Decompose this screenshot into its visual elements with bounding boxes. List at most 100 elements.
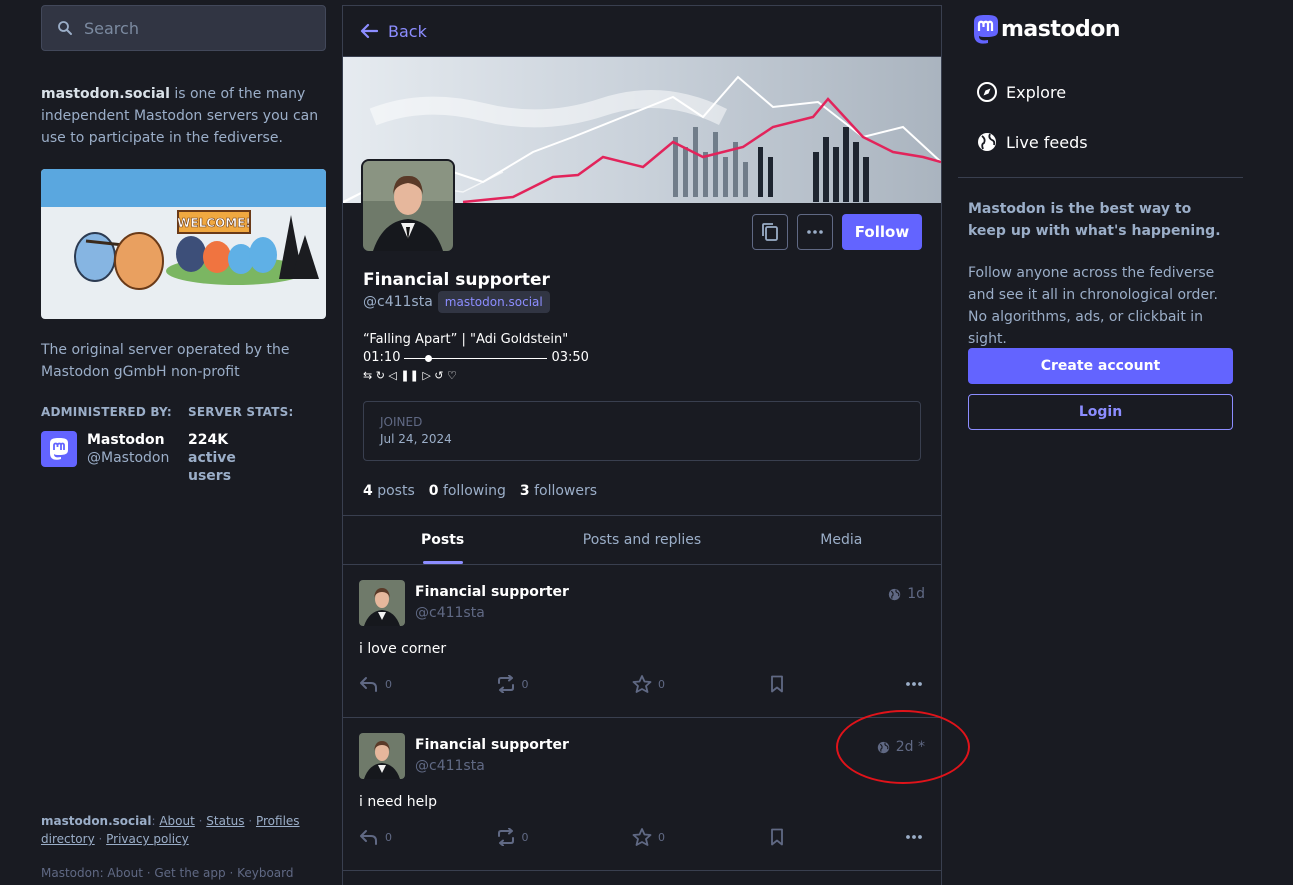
compass-icon bbox=[977, 82, 997, 102]
post-timestamp[interactable]: 1d bbox=[888, 586, 925, 602]
signup-cta-title: Mastodon is the best way to keep up with… bbox=[968, 201, 1221, 239]
ellipsis-icon bbox=[807, 230, 823, 234]
boost-button[interactable]: 0 bbox=[496, 828, 633, 846]
administered-by-label: ADMINISTERED BY: bbox=[41, 405, 172, 419]
profile-display-name: Financial supporter bbox=[363, 270, 550, 290]
post-author-handle: @c411sta bbox=[415, 605, 485, 621]
posts-count-link[interactable]: 4 posts bbox=[363, 483, 415, 499]
admin-stats-headers: ADMINISTERED BY: SERVER STATS: bbox=[41, 405, 293, 419]
search-input[interactable] bbox=[84, 18, 304, 38]
reply-icon bbox=[360, 830, 377, 845]
status-post[interactable]: Financial supporter @c411sta 1d i love c… bbox=[343, 565, 941, 718]
server-description: The original server operated by the Mast… bbox=[41, 342, 290, 380]
post-time: 2d * bbox=[895, 739, 925, 755]
followers-count-link[interactable]: 3 followers bbox=[520, 483, 597, 499]
bookmark-button[interactable] bbox=[769, 828, 906, 846]
search-box[interactable] bbox=[41, 5, 326, 51]
boost-button[interactable]: 0 bbox=[496, 675, 633, 693]
footer-sep: · bbox=[194, 814, 207, 828]
post-action-bar: 0 0 0 bbox=[359, 828, 927, 846]
post-author-name[interactable]: Financial supporter bbox=[415, 584, 569, 600]
reply-button[interactable]: 0 bbox=[359, 829, 496, 845]
bio-player-line: 01:10 03:50 bbox=[363, 349, 589, 367]
divider bbox=[958, 177, 1243, 178]
footer-status-link[interactable]: Status bbox=[206, 814, 244, 828]
profile-avatar[interactable] bbox=[361, 159, 455, 253]
admin-name: Mastodon bbox=[87, 432, 165, 448]
ellipsis-icon bbox=[906, 835, 922, 839]
favourite-count: 0 bbox=[658, 677, 665, 691]
status-post[interactable]: Financial supporter @c411sta 2d * i need… bbox=[343, 718, 941, 871]
person-portrait-image bbox=[363, 161, 453, 251]
tab-posts-and-replies[interactable]: Posts and replies bbox=[542, 516, 741, 564]
favourite-button[interactable]: 0 bbox=[632, 675, 769, 693]
player-controls: ⇆ ↻ ◁ ❚❚ ▷ ↺ ♡ bbox=[363, 369, 457, 382]
footer-about-link[interactable]: About bbox=[159, 814, 194, 828]
posts-count-label: posts bbox=[377, 483, 415, 499]
hero-sign-text: WELCOME! bbox=[177, 216, 251, 230]
left-sidebar: mastodon.social is one of the many indep… bbox=[41, 0, 326, 880]
post-author-avatar[interactable] bbox=[359, 580, 405, 626]
post-more-button[interactable] bbox=[905, 834, 923, 840]
post-timestamp[interactable]: 2d * bbox=[877, 739, 925, 755]
nav-explore-label: Explore bbox=[1006, 82, 1067, 102]
followers-count-label: followers bbox=[534, 483, 598, 499]
back-button[interactable]: Back bbox=[343, 6, 941, 57]
tab-media[interactable]: Media bbox=[742, 516, 941, 564]
profile-bio: “Falling Apart” | "Adi Goldstein" 01:10 … bbox=[363, 331, 589, 385]
post-content: i love corner bbox=[359, 641, 447, 657]
bookmark-icon bbox=[770, 828, 783, 846]
joined-field: JOINED Jul 24, 2024 bbox=[363, 401, 921, 461]
person-portrait-image bbox=[359, 733, 405, 779]
bookmark-button[interactable] bbox=[769, 675, 906, 693]
profile-tabs: Posts Posts and replies Media bbox=[343, 515, 941, 565]
post-author-name[interactable]: Financial supporter bbox=[415, 737, 569, 753]
reply-button[interactable]: 0 bbox=[359, 676, 496, 692]
admin-account[interactable]: Mastodon @Mastodon bbox=[87, 431, 169, 467]
footer-sep: · bbox=[94, 832, 107, 846]
bio-song-line: “Falling Apart” | "Adi Goldstein" bbox=[363, 332, 569, 347]
tab-posts[interactable]: Posts bbox=[343, 516, 542, 564]
admin-handle: @Mastodon bbox=[87, 450, 170, 466]
boost-count: 0 bbox=[521, 830, 529, 844]
boost-count: 0 bbox=[521, 677, 529, 691]
right-sidebar: mastodon Explore Live feeds Mastodon is … bbox=[958, 0, 1243, 874]
nav-live-feeds[interactable]: Live feeds bbox=[976, 131, 1088, 153]
server-name: mastodon.social bbox=[41, 86, 170, 102]
more-options-button[interactable] bbox=[797, 214, 833, 250]
favourite-count: 0 bbox=[658, 830, 665, 844]
mastodon-logo[interactable]: mastodon bbox=[971, 13, 1121, 45]
joined-label: JOINED bbox=[380, 415, 423, 429]
profile-handle: @c411sta bbox=[363, 294, 433, 310]
bookmark-icon bbox=[770, 675, 783, 693]
signup-cta-text: Follow anyone across the fediverse and s… bbox=[968, 265, 1218, 347]
server-stats-label: SERVER STATS: bbox=[188, 405, 294, 419]
server-footer: mastodon.social: About · Status · Profil… bbox=[41, 814, 300, 846]
create-account-button[interactable]: Create account bbox=[968, 348, 1233, 384]
player-start-time: 01:10 bbox=[363, 350, 401, 365]
follow-button[interactable]: Follow bbox=[842, 214, 922, 250]
reply-icon bbox=[360, 677, 377, 692]
following-count-link[interactable]: 0 following bbox=[429, 483, 506, 499]
following-count: 0 bbox=[428, 483, 439, 499]
favourite-button[interactable]: 0 bbox=[632, 828, 769, 846]
nav-explore[interactable]: Explore bbox=[976, 81, 1066, 103]
footer-privacy-policy-link[interactable]: Privacy policy bbox=[106, 832, 189, 846]
globe-icon bbox=[978, 133, 996, 151]
post-time: 1d bbox=[907, 586, 925, 602]
player-progress-dot bbox=[425, 354, 433, 362]
profile-counts: 4 posts 0 following 3 followers bbox=[363, 483, 597, 499]
copy-icon bbox=[762, 223, 778, 241]
profile-actions: Follow bbox=[752, 214, 922, 250]
nav-live-feeds-label: Live feeds bbox=[1006, 132, 1088, 152]
post-author-avatar[interactable] bbox=[359, 733, 405, 779]
following-count-label: following bbox=[442, 483, 506, 499]
login-button[interactable]: Login bbox=[968, 394, 1233, 430]
profile-column: Back Follow Financial supporter @c411sta… bbox=[342, 5, 942, 885]
copy-link-button[interactable] bbox=[752, 214, 788, 250]
player-end-time: 03:50 bbox=[551, 350, 589, 365]
domain-badge[interactable]: mastodon.social bbox=[437, 291, 550, 313]
mastodon-logo-icon bbox=[50, 438, 68, 460]
admin-avatar[interactable] bbox=[41, 431, 77, 467]
post-more-button[interactable] bbox=[905, 681, 923, 687]
